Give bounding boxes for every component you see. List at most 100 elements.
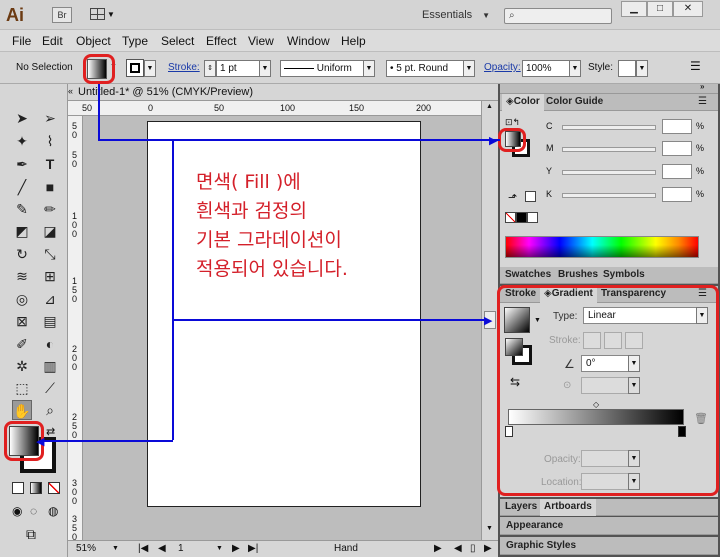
lasso-tool-icon[interactable]: ⌇ — [40, 131, 60, 151]
color-fill-box[interactable] — [505, 131, 521, 147]
hscroll-left-icon[interactable]: ◀ — [454, 543, 462, 554]
gradient-mode-icon[interactable] — [30, 482, 42, 494]
menu-select[interactable]: Select — [161, 34, 194, 48]
zoom-field[interactable]: 51% — [76, 543, 96, 554]
panel-menu-icon[interactable]: ☰ — [698, 288, 707, 299]
maximize-button[interactable]: □ — [647, 1, 673, 17]
stroke-stepper[interactable]: ⇕ — [204, 60, 216, 77]
angle-field[interactable]: 0° — [581, 355, 629, 372]
last-color-icon[interactable] — [525, 191, 536, 202]
gradient-tool-icon[interactable]: ▤ — [40, 311, 60, 331]
chevron-down-icon[interactable]: ▼ — [144, 60, 156, 77]
stroke-weight-field[interactable]: 1 pt — [216, 60, 260, 77]
draw-inside-icon[interactable]: ◍ — [48, 504, 58, 518]
tab-gradient[interactable]: ◈Gradient — [540, 286, 597, 303]
panel-menu-icon[interactable]: ☰ — [698, 96, 707, 107]
scroll-down-icon[interactable]: ▼ — [486, 525, 493, 532]
scale-tool-icon[interactable]: ⤡ — [40, 244, 60, 264]
search-input[interactable]: ⌕ — [504, 8, 612, 24]
tab-stroke[interactable]: Stroke — [505, 288, 536, 299]
none-swatch[interactable] — [505, 212, 516, 223]
color-mode-icon[interactable] — [12, 482, 24, 494]
tab-artboards[interactable]: Artboards — [540, 499, 596, 516]
workspace-switcher[interactable]: Essentials ▼ — [422, 9, 490, 21]
none-mode-icon[interactable] — [48, 482, 60, 494]
magic-wand-tool-icon[interactable]: ✦ — [12, 131, 32, 151]
gradient-stop-black[interactable] — [678, 426, 686, 437]
color-spectrum[interactable] — [505, 236, 699, 258]
trash-icon[interactable]: 🗑 — [694, 412, 708, 425]
mesh-tool-icon[interactable]: ⊠ — [12, 311, 32, 331]
brush-definition[interactable]: • 5 pt. Round — [386, 60, 464, 77]
bridge-button[interactable]: Br — [52, 7, 72, 23]
opacity-field[interactable]: 100% — [522, 60, 570, 77]
opacity-link[interactable]: Opacity: — [484, 62, 521, 73]
stroke-swatch[interactable] — [126, 59, 144, 77]
artboard-number-field[interactable]: 1 — [178, 543, 184, 554]
pen-tool-icon[interactable]: ✒ — [12, 154, 32, 174]
tab-symbols[interactable]: Symbols — [603, 269, 645, 280]
eraser-tool-icon[interactable]: ◪ — [40, 221, 60, 241]
default-colors-icon[interactable]: ⊡↰ — [505, 117, 520, 128]
first-artboard-icon[interactable]: |◀ — [138, 543, 148, 554]
variable-width-profile[interactable]: Uniform — [280, 60, 364, 77]
menu-help[interactable]: Help — [341, 34, 366, 48]
chevron-down-icon[interactable]: ▼ — [534, 317, 541, 324]
rotate-tool-icon[interactable]: ↻ — [12, 244, 32, 264]
chevron-down-icon[interactable]: ▼ — [363, 60, 375, 77]
graphic-styles-panel[interactable]: Graphic Styles — [500, 537, 718, 555]
chevron-down-icon[interactable]: ▼ — [636, 60, 648, 77]
chevron-down-icon[interactable]: ▼ — [112, 545, 119, 552]
gradient-stop-white[interactable] — [505, 426, 513, 437]
warp-tool-icon[interactable]: ≋ — [12, 266, 32, 286]
chevron-down-icon[interactable]: ▼ — [110, 63, 117, 70]
last-artboard-icon[interactable]: ▶| — [248, 543, 258, 554]
menu-effect[interactable]: Effect — [206, 34, 236, 48]
chevron-down-icon[interactable]: ▼ — [696, 307, 708, 324]
draw-normal-icon[interactable]: ◉ — [12, 504, 22, 518]
blob-brush-tool-icon[interactable]: ◩ — [12, 221, 32, 241]
zoom-tool-icon[interactable]: ⌕ — [40, 400, 60, 420]
direct-selection-tool-icon[interactable]: ➢ — [40, 108, 60, 128]
hand-tool-icon[interactable]: ✋ — [12, 400, 32, 420]
midpoint-diamond-icon[interactable]: ◇ — [593, 400, 599, 409]
scroll-up-icon[interactable]: ▲ — [486, 103, 493, 110]
chevron-down-icon[interactable]: ▼ — [463, 60, 475, 77]
arrange-documents-button[interactable]: ▼ — [90, 8, 115, 23]
artboard-tool-icon[interactable]: ⬚ — [12, 378, 32, 398]
chevron-down-icon[interactable]: ▼ — [628, 355, 640, 372]
fill-swatch[interactable] — [87, 59, 107, 79]
menu-view[interactable]: View — [248, 34, 274, 48]
swap-fill-stroke-icon[interactable]: ⇄ — [46, 425, 55, 438]
reverse-gradient-icon[interactable]: ⇆ — [510, 375, 520, 389]
paintbrush-tool-icon[interactable]: ✎ — [12, 199, 32, 219]
slice-tool-icon[interactable]: ⟋ — [40, 378, 60, 398]
menu-file[interactable]: File — [12, 34, 31, 48]
out-of-gamut-icon[interactable]: ⬏ — [508, 191, 517, 204]
graphic-style-swatch[interactable] — [618, 60, 636, 77]
free-transform-tool-icon[interactable]: ⊞ — [40, 266, 60, 286]
gradient-slider[interactable] — [508, 409, 684, 425]
column-graph-tool-icon[interactable]: ▥ — [40, 356, 60, 376]
tab-transparency[interactable]: Transparency — [601, 288, 666, 299]
line-tool-icon[interactable]: ╱ — [12, 177, 32, 197]
pencil-tool-icon[interactable]: ✏ — [40, 199, 60, 219]
status-menu-icon[interactable]: ▶ — [434, 543, 442, 554]
chevron-down-icon[interactable]: ▼ — [216, 545, 223, 552]
black-swatch[interactable] — [516, 212, 527, 223]
next-artboard-icon[interactable]: ▶ — [232, 543, 240, 554]
tab-color-guide[interactable]: Color Guide — [546, 96, 603, 107]
symbol-sprayer-tool-icon[interactable]: ✲ — [12, 356, 32, 376]
chevron-down-icon[interactable]: ▼ — [569, 60, 581, 77]
menu-type[interactable]: Type — [122, 34, 148, 48]
draw-behind-icon[interactable]: ◌ — [30, 504, 37, 518]
type-tool-icon[interactable]: T — [40, 154, 60, 174]
hscroll-thumb[interactable]: ▯ — [470, 543, 476, 554]
tab-layers[interactable]: Layers — [505, 501, 537, 512]
perspective-grid-tool-icon[interactable]: ⊿ — [40, 289, 60, 309]
selection-tool-icon[interactable]: ➤ — [12, 108, 32, 128]
collapse-icon[interactable]: » — [700, 82, 704, 91]
document-tab[interactable]: Untitled-1* @ 51% (CMYK/Preview) « — [68, 84, 498, 101]
appearance-panel[interactable]: Appearance — [500, 517, 718, 535]
white-swatch[interactable] — [527, 212, 538, 223]
